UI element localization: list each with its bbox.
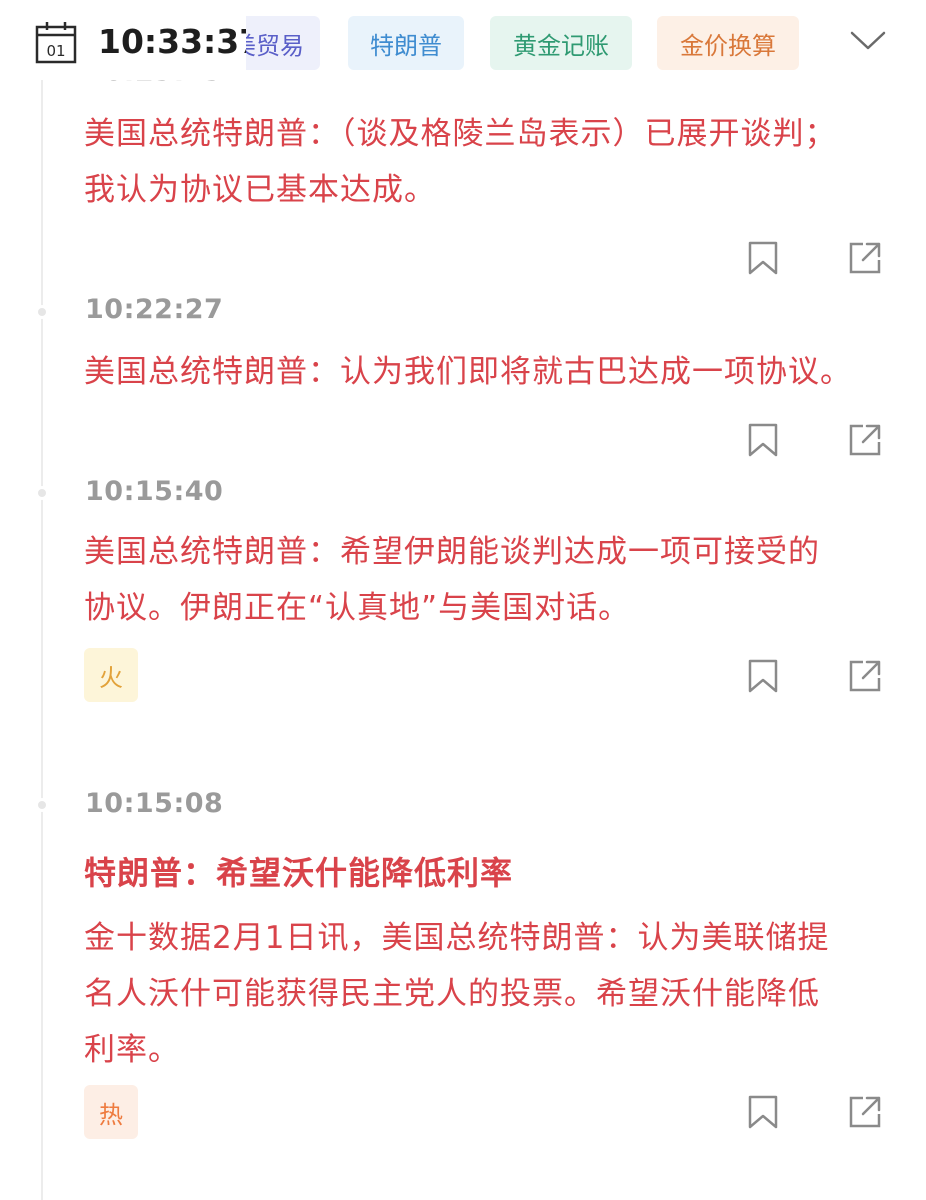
timeline-dot bbox=[35, 798, 49, 812]
share-button[interactable] bbox=[843, 1090, 887, 1134]
topic-tabs: 美贸易 特朗普 黄金记账 金价换算 bbox=[246, 14, 824, 72]
share-button[interactable] bbox=[843, 418, 887, 462]
chevron-down-icon bbox=[850, 31, 886, 50]
fire-badge: 火 bbox=[84, 648, 138, 702]
share-icon bbox=[849, 424, 881, 456]
content-line: 美国总统特朗普：认为我们即将就古巴达成一项协议。 bbox=[84, 354, 852, 390]
item-time: 10:15:08 bbox=[85, 788, 224, 819]
bookmark-icon bbox=[748, 659, 778, 693]
bookmark-button[interactable] bbox=[741, 1090, 785, 1134]
news-feed-page: 10:29:49 美国总统特朗普：（谈及格陵兰岛表示）已展开谈判； 我认为协议已… bbox=[0, 0, 926, 1200]
expand-tabs-button[interactable] bbox=[848, 26, 888, 56]
timeline-dot bbox=[35, 486, 49, 500]
tab-trump[interactable]: 特朗普 bbox=[348, 16, 464, 70]
calendar-day: 01 bbox=[46, 42, 65, 60]
calendar-icon: 01 bbox=[35, 22, 77, 64]
bookmark-button[interactable] bbox=[741, 418, 785, 462]
content-line: 利率。 bbox=[84, 1032, 180, 1068]
news-feed: 10:29:49 美国总统特朗普：（谈及格陵兰岛表示）已展开谈判； 我认为协议已… bbox=[0, 0, 926, 1200]
item-content: 美国总统特朗普：（谈及格陵兰岛表示）已展开谈判； 我认为协议已基本达成。 bbox=[84, 106, 884, 218]
bookmark-button[interactable] bbox=[741, 654, 785, 698]
bookmark-icon bbox=[748, 1095, 778, 1129]
tab-gold-ledger[interactable]: 黄金记账 bbox=[490, 16, 632, 70]
bookmark-button[interactable] bbox=[741, 236, 785, 280]
item-headline[interactable]: 特朗普：希望沃什能降低利率 bbox=[84, 848, 884, 894]
item-time: 10:15:40 bbox=[85, 476, 224, 507]
content-line: 金十数据2月1日讯，美国总统特朗普：认为美联储提 bbox=[84, 920, 830, 956]
content-line: 协议。伊朗正在“认真地”与美国对话。 bbox=[84, 590, 631, 626]
item-time: 10:22:27 bbox=[85, 294, 224, 325]
bookmark-icon bbox=[748, 423, 778, 457]
top-bar: 01 10:33:37 美贸易 特朗普 黄金记账 金价换算 bbox=[0, 0, 926, 80]
item-content: 美国总统特朗普：希望伊朗能谈判达成一项可接受的 协议。伊朗正在“认真地”与美国对… bbox=[84, 524, 884, 636]
share-button[interactable] bbox=[843, 236, 887, 280]
tab-trade[interactable]: 美贸易 bbox=[246, 16, 320, 70]
calendar-button[interactable]: 01 bbox=[35, 20, 77, 64]
share-icon bbox=[849, 1096, 881, 1128]
tab-gold-converter[interactable]: 金价换算 bbox=[657, 16, 799, 70]
content-line: 名人沃什可能获得民主党人的投票。希望沃什能降低 bbox=[84, 976, 820, 1012]
item-content: 金十数据2月1日讯，美国总统特朗普：认为美联储提 名人沃什可能获得民主党人的投票… bbox=[84, 910, 884, 1078]
live-clock: 10:33:37 bbox=[98, 22, 263, 61]
share-icon bbox=[849, 242, 881, 274]
hot-badge: 热 bbox=[84, 1085, 138, 1139]
share-icon bbox=[849, 660, 881, 692]
content-line: 我认为协议已基本达成。 bbox=[84, 172, 436, 208]
content-line: 美国总统特朗普：希望伊朗能谈判达成一项可接受的 bbox=[84, 534, 820, 570]
bookmark-icon bbox=[748, 241, 778, 275]
content-line: 美国总统特朗普：（谈及格陵兰岛表示）已展开谈判； bbox=[84, 116, 837, 152]
item-content: 美国总统特朗普：认为我们即将就古巴达成一项协议。 bbox=[84, 344, 884, 400]
timeline-dot bbox=[35, 305, 49, 319]
share-button[interactable] bbox=[843, 654, 887, 698]
